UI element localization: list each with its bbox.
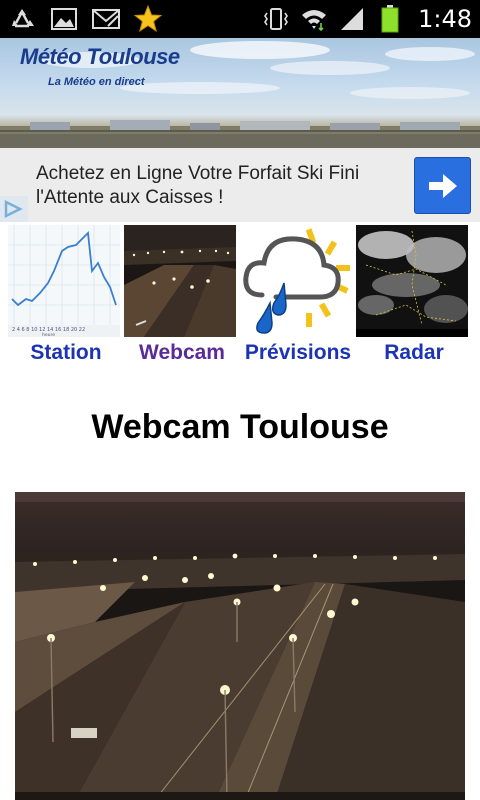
notification-icons: [8, 4, 162, 34]
station-chart-thumbnail: 2 4 6 8 10 12 14 16 18 20 22 heure: [8, 225, 120, 337]
battery-icon: [376, 5, 404, 33]
weather-rain-cloud-icon: [240, 225, 352, 337]
nav-item-radar[interactable]: Radar: [356, 222, 472, 372]
mail-icon: [92, 5, 120, 33]
vibrate-icon: [262, 5, 290, 33]
ad-choices-icon[interactable]: [0, 196, 28, 222]
nav-label-station[interactable]: Station: [8, 341, 124, 365]
webcam-thumbnail: [124, 225, 236, 337]
nav-label-radar[interactable]: Radar: [356, 341, 472, 365]
recycle-icon: [8, 5, 36, 33]
signal-icon: [338, 5, 366, 33]
arrow-right-icon: [428, 173, 457, 198]
site-subtitle: La Météo en direct: [48, 76, 145, 88]
ad-banner[interactable]: Achetez en Ligne Votre Forfait Ski Fini …: [0, 148, 480, 222]
ad-text[interactable]: Achetez en Ligne Votre Forfait Ski Fini …: [36, 162, 396, 210]
main-nav: 2 4 6 8 10 12 14 16 18 20 22 heure Stati…: [0, 222, 480, 372]
system-icons: 1:48: [262, 4, 472, 34]
webcam-image: [15, 492, 465, 800]
image-icon: [50, 5, 78, 33]
wifi-icon: [300, 5, 328, 33]
nav-label-previsions[interactable]: Prévisions: [240, 341, 356, 365]
page-title: Webcam Toulouse: [91, 408, 389, 446]
nav-item-webcam[interactable]: Webcam: [124, 222, 240, 372]
clock: 1:48: [418, 5, 472, 33]
city-skyline-image: [0, 120, 480, 148]
nav-item-station[interactable]: 2 4 6 8 10 12 14 16 18 20 22 heure Stati…: [8, 222, 124, 372]
status-bar: 1:48: [0, 0, 480, 38]
ad-open-button[interactable]: [414, 157, 471, 214]
nav-item-previsions[interactable]: Prévisions: [240, 222, 356, 372]
svg-text:heure: heure: [42, 332, 55, 337]
nav-label-webcam[interactable]: Webcam: [124, 341, 240, 365]
site-title: Météo Toulouse: [20, 44, 180, 69]
header-banner: Météo Toulouse La Météo en direct: [0, 38, 480, 148]
star-icon: [134, 5, 162, 33]
radar-satellite-thumbnail: [356, 225, 468, 337]
